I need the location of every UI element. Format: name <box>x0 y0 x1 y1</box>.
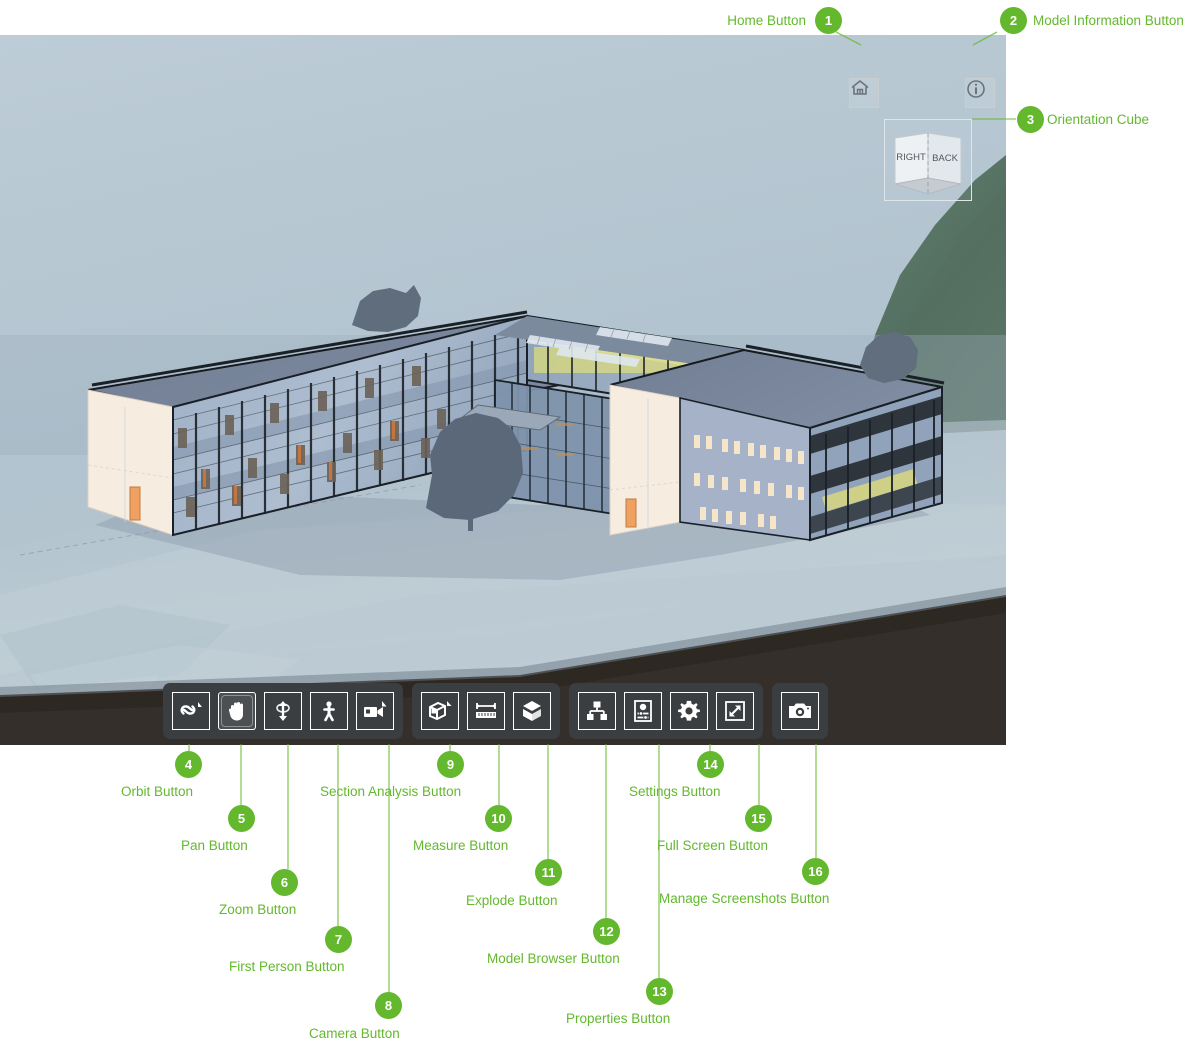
3d-model-viewport[interactable]: RIGHT BACK <box>0 35 1006 745</box>
toolbar-group-capture <box>772 683 828 739</box>
toolbar-group-panels <box>569 683 763 739</box>
callout-badge-2[interactable]: 2 <box>1000 7 1027 34</box>
section-analysis-button[interactable] <box>421 692 459 730</box>
home-button[interactable] <box>849 78 879 108</box>
full-screen-button[interactable] <box>716 692 754 730</box>
exploded-cube-icon <box>523 701 541 721</box>
callout-badge-5[interactable]: 5 <box>228 805 255 832</box>
callout-badge-12[interactable]: 12 <box>593 918 620 945</box>
orbit-icon <box>180 702 202 715</box>
callout-label-16: Manage Screenshots Button <box>659 891 830 906</box>
info-circle-icon <box>967 80 985 98</box>
callout-label-15: Full Screen Button <box>657 838 769 853</box>
pan-button[interactable] <box>218 692 256 730</box>
3d-scene <box>0 35 1006 745</box>
callout-label-1: Home Button <box>727 13 806 28</box>
model-information-button[interactable] <box>965 78 995 108</box>
orientation-cube[interactable]: RIGHT BACK <box>884 119 972 201</box>
callout-badge-16[interactable]: 16 <box>802 858 829 885</box>
measure-button[interactable] <box>467 692 505 730</box>
settings-button[interactable] <box>670 692 708 730</box>
first-person-button[interactable] <box>310 692 348 730</box>
callout-badge-15[interactable]: 15 <box>745 805 772 832</box>
callout-badge-9[interactable]: 9 <box>437 751 464 778</box>
callout-label-8: Camera Button <box>309 1026 400 1041</box>
camera-icon <box>789 703 811 718</box>
callout-badge-14[interactable]: 14 <box>697 751 724 778</box>
video-camera-icon <box>364 701 387 717</box>
zoom-updown-arrow-icon <box>276 701 290 721</box>
callout-badge-8[interactable]: 8 <box>375 992 402 1019</box>
callout-label-5: Pan Button <box>181 838 248 853</box>
cube-face-right-label: BACK <box>932 153 959 164</box>
callout-badge-10[interactable]: 10 <box>485 805 512 832</box>
callout-badge-7[interactable]: 7 <box>325 926 352 953</box>
model-browser-button[interactable] <box>578 692 616 730</box>
gear-icon <box>678 700 700 721</box>
callout-label-11: Explode Button <box>466 893 558 908</box>
manage-screenshots-button[interactable] <box>781 692 819 730</box>
person-icon <box>323 701 335 722</box>
callout-label-13: Properties Button <box>566 1011 671 1026</box>
callout-badge-1[interactable]: 1 <box>815 7 842 34</box>
hand-icon <box>228 702 243 721</box>
home-icon <box>851 80 869 95</box>
section-box-icon <box>429 701 452 721</box>
properties-button[interactable] <box>624 692 662 730</box>
toolbar-group-navigation <box>163 683 403 739</box>
ruler-icon <box>476 703 496 718</box>
callout-label-3: Orientation Cube <box>1047 112 1150 127</box>
callout-label-2: Model Information Button <box>1033 13 1184 28</box>
callout-label-7: First Person Button <box>229 959 345 974</box>
zoom-button[interactable] <box>264 692 302 730</box>
callout-label-9: Section Analysis Button <box>320 784 462 799</box>
hierarchy-tree-icon <box>587 701 607 720</box>
explode-button[interactable] <box>513 692 551 730</box>
callout-badge-3[interactable]: 3 <box>1017 106 1044 133</box>
camera-button[interactable] <box>356 692 394 730</box>
toolbar-group-analysis <box>412 683 560 739</box>
cube-face-left-label: RIGHT <box>896 152 926 163</box>
expand-arrow-icon <box>725 701 745 721</box>
orientation-cube-graphic: RIGHT BACK <box>894 132 962 195</box>
callout-badge-11[interactable]: 11 <box>535 859 562 886</box>
callout-badge-6[interactable]: 6 <box>271 869 298 896</box>
callout-badge-13[interactable]: 13 <box>646 978 673 1005</box>
callout-label-4: Orbit Button <box>121 784 194 799</box>
viewer-toolbar <box>163 683 828 739</box>
properties-panel-icon <box>634 700 652 722</box>
callout-label-10: Measure Button <box>413 838 509 853</box>
callout-label-12: Model Browser Button <box>487 951 620 966</box>
orbit-button[interactable] <box>172 692 210 730</box>
callout-label-6: Zoom Button <box>219 902 297 917</box>
callout-label-14: Settings Button <box>629 784 721 799</box>
callout-badge-4[interactable]: 4 <box>175 751 202 778</box>
